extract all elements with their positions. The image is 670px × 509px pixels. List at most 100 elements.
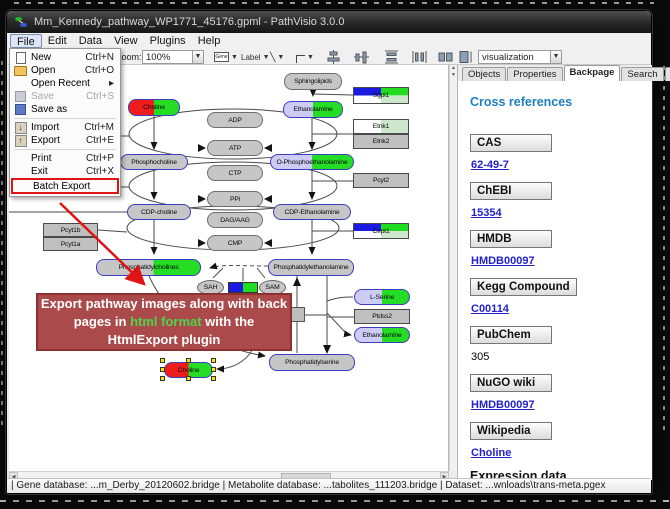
scroll-down-icon[interactable]: ▼ [450, 72, 457, 79]
node-label: ATP [229, 145, 241, 152]
pathway-node[interactable]: Ethanolamine [283, 101, 343, 118]
menubar-item-plugins[interactable]: Plugins [144, 34, 192, 48]
line-tool-button[interactable]: ╲ ▼ [270, 50, 284, 64]
chevron-down-icon[interactable]: ▼ [231, 54, 238, 61]
label-tool-button[interactable]: Label ▼ [241, 50, 270, 64]
tab-search[interactable]: Search [621, 67, 663, 81]
node-label: CDP-choline [141, 209, 177, 216]
menu-item-save[interactable]: SaveCtrl+S [11, 90, 119, 103]
elbow-connector-button[interactable]: ▼ [296, 50, 314, 64]
zoom-combobox[interactable]: 100% ▼ [142, 50, 204, 64]
menu-item-print[interactable]: PrintCtrl+P [11, 152, 119, 165]
pathway-node[interactable]: Phosphatidylethanolamine [268, 259, 354, 276]
tab-objects[interactable]: Objects [462, 67, 506, 81]
menu-item-save-as[interactable]: Save as [11, 103, 119, 116]
pathway-node[interactable]: O-Phosphoethanolamine [270, 154, 354, 170]
pathway-node[interactable]: Etnk1 [353, 119, 409, 134]
pathway-node[interactable]: Pcyt1a [43, 237, 98, 251]
selection-handle[interactable] [160, 376, 165, 381]
chevron-down-icon[interactable]: ▼ [263, 54, 270, 61]
common-height-icon[interactable] [458, 50, 473, 64]
side-panel-tabs: ObjectsPropertiesBackpageSearchLegend [458, 65, 652, 81]
pathway-node[interactable]: Ethanolamine [354, 327, 410, 343]
chevron-down-icon[interactable]: ▼ [192, 51, 203, 63]
selection-handle[interactable] [160, 358, 165, 363]
pathway-node[interactable]: DAG/AAG [207, 212, 263, 228]
title-bar[interactable]: Mm_Kennedy_pathway_WP1771_45176.gpml - P… [7, 11, 651, 33]
selection-handle[interactable] [160, 367, 165, 372]
xref-section-hmdb: HMDBHMDB00097 [470, 229, 652, 267]
menu-icon-empty [13, 78, 28, 90]
node-label: Etnk1 [373, 123, 389, 130]
menu-item-new[interactable]: NewCtrl+N [11, 51, 119, 64]
selection-handle[interactable] [211, 358, 216, 363]
pathway-node[interactable]: ADP [207, 112, 263, 128]
pathway-node[interactable]: Pcyt1b [43, 223, 98, 237]
menu-item-label: Export [28, 135, 86, 146]
pathway-node[interactable]: Phosphocholine [120, 154, 188, 170]
save-as-icon [13, 104, 28, 116]
menubar-item-help[interactable]: Help [192, 34, 227, 48]
distribute-vertical-icon[interactable] [412, 50, 427, 64]
common-width-icon[interactable] [438, 50, 453, 64]
distribute-horizontal-icon[interactable] [384, 50, 399, 64]
pathway-node[interactable]: L-Serine [354, 289, 410, 305]
menu-separator [14, 118, 116, 119]
chevron-down-icon[interactable]: ▼ [277, 54, 284, 61]
menu-item-exit[interactable]: ExitCtrl+X [11, 165, 119, 178]
menu-item-label: Batch Export [30, 181, 112, 192]
xref-link[interactable]: HMDB00097 [471, 399, 535, 411]
xref-header: NuGO wiki [470, 374, 552, 392]
menubar-item-edit[interactable]: Edit [42, 34, 73, 48]
pathway-node[interactable]: Ptdss2 [354, 309, 410, 324]
pathway-node[interactable]: Sphingolipids [284, 73, 342, 90]
node-label: Pcyt1a [61, 241, 81, 248]
menu-shortcut: Ctrl+P [86, 153, 117, 164]
pathway-node[interactable]: Etnk2 [353, 134, 409, 149]
pathway-node[interactable]: ATP [207, 140, 263, 156]
xref-link[interactable]: C00114 [471, 303, 509, 315]
pathway-node[interactable]: Pcyt2 [353, 173, 409, 188]
menubar-item-view[interactable]: View [108, 34, 144, 48]
gene-datanode-button[interactable]: Gene ▼ [214, 50, 238, 64]
pathway-node[interactable]: Phosphatidylserine [269, 354, 355, 371]
xref-link[interactable]: 15354 [471, 207, 502, 219]
menubar-item-file[interactable]: File [10, 34, 42, 48]
canvas-vertical-scrollbar[interactable]: ▲ ▼ [449, 65, 457, 471]
selection-handle[interactable] [186, 376, 191, 381]
pathway-node[interactable]: Phosphatidylcholines [96, 259, 201, 276]
align-middle-icon[interactable] [354, 50, 369, 64]
scroll-up-icon[interactable]: ▲ [450, 65, 457, 72]
annotation-line: HtmlExport plugin [38, 331, 290, 349]
backpage-panel[interactable]: Cross references CAS62-49-7ChEBI15354HMD… [458, 81, 652, 480]
selection-handle[interactable] [211, 367, 216, 372]
visualization-combobox[interactable]: visualization ▼ [478, 50, 562, 64]
menu-item-open[interactable]: OpenCtrl+O [11, 64, 119, 77]
xref-link[interactable]: HMDB00097 [471, 255, 535, 267]
pathway-node[interactable]: PPi [207, 191, 263, 207]
pathway-node[interactable]: Sgpl1 [353, 87, 409, 104]
node-label: Pcyt1b [61, 227, 81, 234]
menu-item-open-recent[interactable]: Open Recent▸ [11, 77, 119, 90]
menubar-item-data[interactable]: Data [73, 34, 108, 48]
xref-link[interactable]: 62-49-7 [471, 159, 509, 171]
menu-item-export[interactable]: ExportCtrl+E [11, 134, 119, 147]
pathway-node[interactable]: CDP-Ethanolamine [273, 204, 351, 220]
chevron-down-icon[interactable]: ▼ [550, 51, 561, 63]
partially-hidden-gene-node[interactable] [228, 282, 258, 293]
menu-item-import[interactable]: ImportCtrl+M [11, 121, 119, 134]
xref-link[interactable]: Choline [471, 447, 511, 459]
pathway-node[interactable]: Cept1 [353, 223, 409, 239]
selection-handle[interactable] [211, 376, 216, 381]
tab-backpage[interactable]: Backpage [564, 65, 621, 81]
pathway-node[interactable]: CTP [207, 165, 263, 181]
selection-handle[interactable] [186, 358, 191, 363]
chevron-down-icon[interactable]: ▼ [307, 54, 314, 61]
pathway-node[interactable]: CMP [207, 235, 263, 251]
tab-legend[interactable]: Legend [665, 67, 670, 81]
pathway-node[interactable]: Choline [128, 99, 180, 116]
menu-item-batch-export[interactable]: Batch Export [11, 178, 119, 194]
tab-properties[interactable]: Properties [507, 67, 562, 81]
pathway-node[interactable]: CDP-choline [127, 204, 191, 220]
align-center-icon[interactable] [326, 50, 341, 64]
